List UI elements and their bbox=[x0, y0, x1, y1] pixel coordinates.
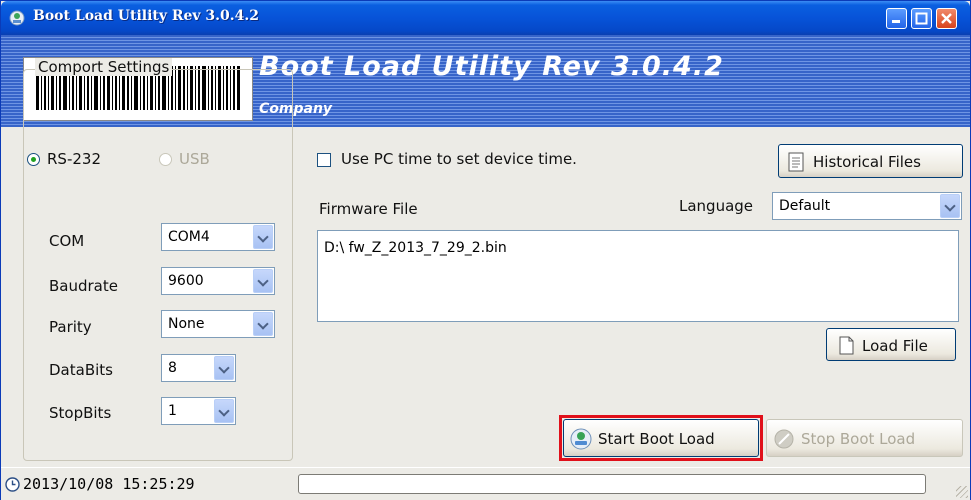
stop-boot-load-label: Stop Boot Load bbox=[801, 430, 916, 448]
stopbits-label: StopBits bbox=[49, 404, 112, 422]
stopbits-select[interactable]: 1 bbox=[161, 397, 236, 425]
databits-select[interactable]: 8 bbox=[161, 354, 236, 382]
document-icon bbox=[788, 152, 804, 172]
chevron-down-icon[interactable] bbox=[253, 269, 273, 293]
baudrate-label: Baudrate bbox=[49, 277, 118, 295]
use-pc-time-checkbox[interactable] bbox=[317, 153, 331, 167]
window-title: Boot Load Utility Rev 3.0.4.2 bbox=[33, 8, 260, 24]
app-icon bbox=[9, 10, 25, 26]
file-icon bbox=[839, 336, 854, 355]
parity-select[interactable]: None bbox=[161, 310, 275, 338]
close-button[interactable] bbox=[936, 8, 957, 29]
parity-label: Parity bbox=[49, 318, 92, 336]
start-button-highlight bbox=[559, 415, 763, 461]
chevron-down-icon[interactable] bbox=[253, 312, 273, 336]
firmware-path-field[interactable]: D:\ fw_Z_2013_7_29_2.bin bbox=[317, 230, 959, 322]
firmware-path-value: D:\ fw_Z_2013_7_29_2.bin bbox=[324, 240, 507, 256]
historical-files-button[interactable]: Historical Files bbox=[778, 144, 963, 178]
minimize-button[interactable] bbox=[886, 8, 907, 29]
com-value: COM4 bbox=[168, 229, 210, 245]
load-file-button[interactable]: Load File bbox=[826, 328, 956, 361]
chevron-down-icon[interactable] bbox=[253, 225, 273, 249]
firmware-file-label: Firmware File bbox=[319, 200, 418, 218]
stop-icon bbox=[774, 429, 794, 449]
com-label: COM bbox=[49, 232, 85, 250]
comport-settings-title: Comport Settings bbox=[35, 58, 173, 76]
title-bar[interactable]: Boot Load Utility Rev 3.0.4.2 bbox=[1, 1, 970, 35]
historical-files-label: Historical Files bbox=[813, 153, 921, 171]
parity-value: None bbox=[168, 316, 205, 332]
clock-icon bbox=[5, 477, 20, 492]
stop-boot-load-button[interactable]: Stop Boot Load bbox=[766, 419, 963, 457]
progress-bar bbox=[298, 474, 926, 494]
maximize-button[interactable] bbox=[911, 8, 932, 29]
resize-grip[interactable] bbox=[956, 486, 968, 498]
status-bar: 2013/10/08 15:25:29 bbox=[1, 467, 970, 500]
language-value: Default bbox=[779, 198, 831, 214]
load-file-label: Load File bbox=[862, 337, 928, 355]
chevron-down-icon[interactable] bbox=[214, 399, 234, 423]
baudrate-select[interactable]: 9600 bbox=[161, 267, 275, 295]
databits-value: 8 bbox=[168, 360, 177, 376]
maximize-icon bbox=[915, 12, 928, 25]
status-datetime: 2013/10/08 15:25:29 bbox=[23, 475, 195, 493]
use-pc-time-label: Use PC time to set device time. bbox=[341, 150, 577, 168]
databits-label: DataBits bbox=[49, 361, 113, 379]
chevron-down-icon[interactable] bbox=[214, 356, 234, 380]
minimize-icon bbox=[892, 20, 900, 23]
language-select[interactable]: Default bbox=[772, 192, 962, 220]
baudrate-value: 9600 bbox=[168, 273, 204, 289]
comport-settings-group bbox=[23, 69, 293, 461]
chevron-down-icon[interactable] bbox=[940, 194, 960, 218]
com-select[interactable]: COM4 bbox=[161, 223, 275, 251]
stopbits-value: 1 bbox=[168, 403, 177, 419]
close-icon bbox=[941, 13, 952, 24]
app-window: Boot Load Utility Rev 3.0.4.2 Boot Load … bbox=[0, 0, 971, 500]
language-label: Language bbox=[679, 197, 754, 215]
banner-title: Boot Load Utility Rev 3.0.4.2 bbox=[259, 51, 724, 82]
